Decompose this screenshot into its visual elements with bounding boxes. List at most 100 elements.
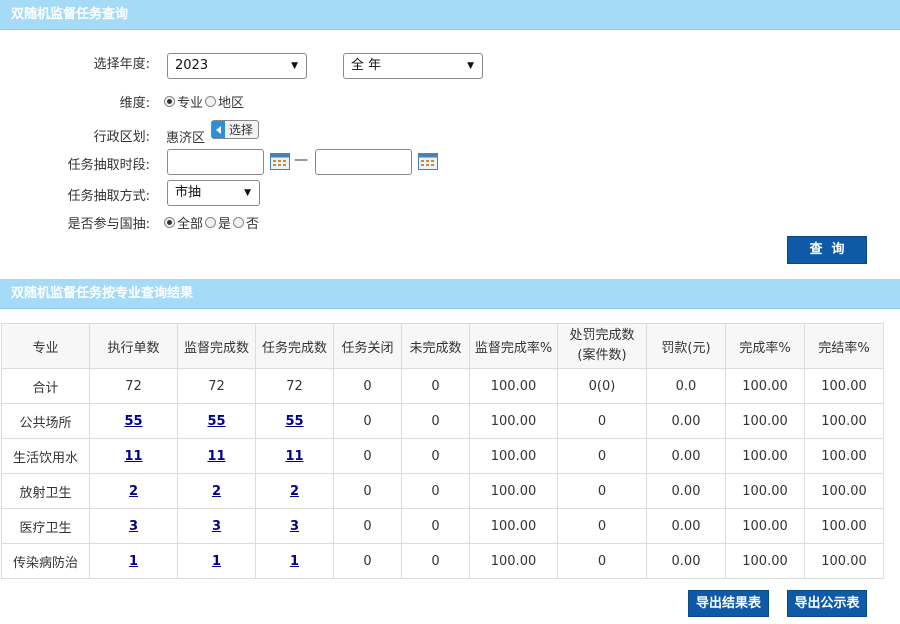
dimension-label: 维度: xyxy=(119,96,150,111)
count-link[interactable]: 1 xyxy=(129,554,138,569)
column-header: 监督完成数 xyxy=(177,323,256,369)
table-cell: 3 xyxy=(89,508,178,544)
table-cell: 100.00 xyxy=(725,473,805,509)
column-header: 未完成数 xyxy=(401,323,470,369)
table-cell: 0.00 xyxy=(646,438,726,474)
count-link[interactable]: 11 xyxy=(285,449,303,464)
table-cell: 生活饮用水 xyxy=(1,438,90,474)
year-select[interactable]: 2023 ▼ xyxy=(167,53,307,79)
count-link[interactable]: 3 xyxy=(212,519,221,534)
count-link[interactable]: 2 xyxy=(129,484,138,499)
table-cell: 0 xyxy=(557,473,647,509)
region-select-button[interactable]: 选择 xyxy=(211,120,260,139)
column-header: 罚款(元) xyxy=(646,323,726,369)
table-cell: 0 xyxy=(401,403,470,439)
column-header: 完成率% xyxy=(725,323,805,369)
count-link[interactable]: 2 xyxy=(212,484,221,499)
table-row: 放射卫生 2 2 2 0 0 100.00 0 0.00 100.00 100.00 xyxy=(1,473,884,509)
table-cell: 0 xyxy=(401,368,470,404)
radio-icon[interactable] xyxy=(205,96,217,107)
table-cell: 100.00 xyxy=(804,368,884,404)
column-header: 处罚完成数 (案件数) xyxy=(557,323,647,369)
table-cell: 55 xyxy=(255,403,334,439)
dimension-radio-group: 专业 地区 xyxy=(164,92,246,111)
export-results-button[interactable]: 导出结果表 xyxy=(688,590,769,617)
dimension-option-region[interactable]: 地区 xyxy=(205,92,244,111)
table-cell: 0 xyxy=(333,543,402,579)
national-option-all[interactable]: 全部 xyxy=(164,213,203,232)
table-cell: 0 xyxy=(333,508,402,544)
period-select[interactable]: 全 年 ▼ xyxy=(343,53,483,79)
query-panel-header: 双随机监督任务查询 xyxy=(0,0,900,30)
end-date-input[interactable] xyxy=(315,149,412,175)
table-cell: 2 xyxy=(89,473,178,509)
table-cell: 72 xyxy=(89,368,178,404)
period-select-value: 全 年 xyxy=(351,58,382,73)
calendar-icon[interactable] xyxy=(418,152,438,170)
count-link[interactable]: 55 xyxy=(124,414,142,429)
chevron-down-icon: ▼ xyxy=(467,61,474,71)
count-link[interactable]: 3 xyxy=(290,519,299,534)
table-cell: 72 xyxy=(177,368,256,404)
query-button[interactable]: 查 询 xyxy=(787,236,867,264)
column-header: 监督完成率% xyxy=(469,323,558,369)
method-select[interactable]: 市抽 ▼ xyxy=(167,180,260,206)
radio-icon[interactable] xyxy=(205,217,217,228)
national-option-no[interactable]: 否 xyxy=(233,213,259,232)
count-link[interactable]: 11 xyxy=(124,449,142,464)
table-cell: 100.00 xyxy=(804,403,884,439)
table-cell: 放射卫生 xyxy=(1,473,90,509)
table-cell: 0 xyxy=(557,403,647,439)
query-panel-title: 双随机监督任务查询 xyxy=(11,7,129,22)
count-link[interactable]: 1 xyxy=(290,554,299,569)
radio-checked-icon[interactable] xyxy=(164,96,175,107)
date-separator: — xyxy=(294,152,308,168)
table-cell: 传染病防治 xyxy=(1,543,90,579)
table-cell: 100.00 xyxy=(469,403,558,439)
table-cell: 55 xyxy=(177,403,256,439)
export-public-button[interactable]: 导出公示表 xyxy=(787,590,867,617)
table-cell: 100.00 xyxy=(469,508,558,544)
table-cell: 0.0 xyxy=(646,368,726,404)
table-cell: 11 xyxy=(255,438,334,474)
table-cell: 2 xyxy=(255,473,334,509)
count-link[interactable]: 2 xyxy=(290,484,299,499)
table-row: 传染病防治 1 1 1 0 0 100.00 0 0.00 100.00 100.00 xyxy=(1,543,884,579)
table-cell: 55 xyxy=(89,403,178,439)
table-cell: 合计 xyxy=(1,368,90,404)
national-option-yes[interactable]: 是 xyxy=(205,213,231,232)
table-cell: 0 xyxy=(401,508,470,544)
table-header-row: 专业 执行单数 监督完成数 任务完成数 任务关闭 未完成数 监督完成率% 处罚完… xyxy=(1,323,884,369)
table-row: 生活饮用水 11 11 11 0 0 100.00 0 0.00 100.00 100.00 xyxy=(1,438,884,474)
count-link[interactable]: 11 xyxy=(207,449,225,464)
table-cell: 100.00 xyxy=(725,508,805,544)
table-cell: 100.00 xyxy=(725,368,805,404)
table-cell: 0 xyxy=(333,438,402,474)
table-cell: 3 xyxy=(177,508,256,544)
count-link[interactable]: 55 xyxy=(207,414,225,429)
national-radio-group: 全部 是 否 xyxy=(164,213,261,232)
table-cell: 100.00 xyxy=(469,543,558,579)
table-cell: 0 xyxy=(401,473,470,509)
chevron-down-icon: ▼ xyxy=(244,188,251,198)
table-cell: 0 xyxy=(401,543,470,579)
table-cell: 0 xyxy=(333,403,402,439)
method-label: 任务抽取方式: xyxy=(67,189,150,204)
table-cell: 0 xyxy=(557,508,647,544)
column-header: 任务关闭 xyxy=(333,323,402,369)
column-header: 完结率% xyxy=(804,323,884,369)
start-date-input[interactable] xyxy=(167,149,264,175)
count-link[interactable]: 55 xyxy=(285,414,303,429)
dimension-option-specialty[interactable]: 专业 xyxy=(164,92,203,111)
count-link[interactable]: 3 xyxy=(129,519,138,534)
table-cell: 3 xyxy=(255,508,334,544)
column-header: 执行单数 xyxy=(89,323,178,369)
count-link[interactable]: 1 xyxy=(212,554,221,569)
calendar-icon[interactable] xyxy=(270,152,290,170)
chevron-down-icon: ▼ xyxy=(291,61,298,71)
table-cell: 11 xyxy=(177,438,256,474)
region-value: 惠济区 xyxy=(166,131,206,146)
radio-checked-icon[interactable] xyxy=(164,217,175,228)
radio-icon[interactable] xyxy=(233,217,245,228)
table-cell: 100.00 xyxy=(804,508,884,544)
